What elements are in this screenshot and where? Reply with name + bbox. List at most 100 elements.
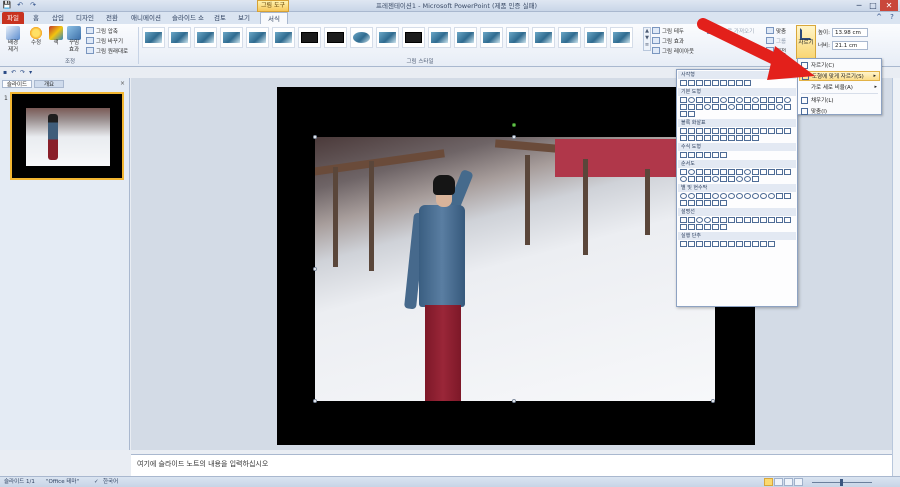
- shape-option[interactable]: [688, 104, 695, 110]
- shape-option[interactable]: [760, 104, 767, 110]
- shape-option[interactable]: [696, 200, 703, 206]
- shape-option[interactable]: [696, 169, 703, 175]
- shape-option[interactable]: [696, 193, 703, 199]
- picture-style-thumb[interactable]: [324, 27, 347, 48]
- shape-option[interactable]: [696, 152, 703, 158]
- artistic-effects-button[interactable]: 꾸밈 효과: [64, 26, 84, 54]
- shape-option[interactable]: [680, 193, 687, 199]
- shape-option[interactable]: [728, 176, 735, 182]
- shape-option[interactable]: [768, 169, 775, 175]
- shape-option[interactable]: [720, 135, 727, 141]
- shape-option[interactable]: [696, 104, 703, 110]
- tab-insert[interactable]: 삽입: [48, 12, 68, 24]
- shape-option[interactable]: [696, 241, 703, 247]
- shape-option[interactable]: [768, 97, 775, 103]
- picture-style-thumb[interactable]: [298, 27, 321, 48]
- shape-option[interactable]: [696, 128, 703, 134]
- shape-option[interactable]: [760, 217, 767, 223]
- redo-icon[interactable]: ↷: [20, 68, 25, 78]
- shape-option[interactable]: [752, 217, 759, 223]
- shape-option[interactable]: [768, 241, 775, 247]
- color-button[interactable]: 색: [46, 26, 66, 47]
- picture-style-thumb[interactable]: [376, 27, 399, 48]
- shape-option[interactable]: [744, 176, 751, 182]
- tab-outline[interactable]: 개요: [34, 80, 64, 88]
- picture-style-thumb[interactable]: [194, 27, 217, 48]
- tab-transitions[interactable]: 전환: [102, 12, 122, 24]
- shape-option[interactable]: [688, 111, 695, 117]
- help-icon[interactable]: ?: [888, 13, 896, 21]
- picture-style-thumb[interactable]: [532, 27, 555, 48]
- picture-border-button[interactable]: 그림 테두: [652, 26, 684, 35]
- shape-option[interactable]: [720, 241, 727, 247]
- picture-style-thumb[interactable]: [168, 27, 191, 48]
- shape-option[interactable]: [696, 224, 703, 230]
- shape-option[interactable]: [688, 176, 695, 182]
- tab-design[interactable]: 디자인: [72, 12, 98, 24]
- shape-option[interactable]: [680, 128, 687, 134]
- save-icon[interactable]: 💾: [2, 1, 12, 10]
- shape-option[interactable]: [688, 169, 695, 175]
- shape-option[interactable]: [712, 97, 719, 103]
- shape-option[interactable]: [744, 135, 751, 141]
- shape-option[interactable]: [704, 217, 711, 223]
- shape-option[interactable]: [784, 217, 791, 223]
- tab-file[interactable]: 파일: [2, 12, 24, 24]
- shape-option[interactable]: [704, 224, 711, 230]
- picture-style-thumb[interactable]: [506, 27, 529, 48]
- tab-review[interactable]: 검토: [210, 12, 230, 24]
- shape-option[interactable]: [704, 193, 711, 199]
- picture-style-thumb[interactable]: [142, 27, 165, 48]
- shape-option[interactable]: [680, 80, 687, 86]
- shape-option[interactable]: [712, 241, 719, 247]
- height-input[interactable]: 13.98 cm: [831, 27, 868, 37]
- shape-option[interactable]: [784, 128, 791, 134]
- reset-picture-button[interactable]: 그림 원래대로: [86, 46, 128, 55]
- shape-option[interactable]: [736, 169, 743, 175]
- shape-option[interactable]: [720, 200, 727, 206]
- shape-option[interactable]: [728, 135, 735, 141]
- shape-option[interactable]: [736, 217, 743, 223]
- undo-icon[interactable]: ↶: [15, 1, 25, 10]
- corrections-button[interactable]: 수정: [26, 26, 46, 47]
- shape-option[interactable]: [760, 241, 767, 247]
- picture-style-thumb[interactable]: [350, 27, 373, 48]
- shape-option[interactable]: [752, 193, 759, 199]
- picture-layout-button[interactable]: 그림 레이아웃: [652, 46, 694, 55]
- shape-option[interactable]: [680, 111, 687, 117]
- zoom-slider-thumb[interactable]: [840, 479, 843, 486]
- shape-option[interactable]: [712, 104, 719, 110]
- shape-option[interactable]: [704, 241, 711, 247]
- shape-option[interactable]: [744, 241, 751, 247]
- shape-option[interactable]: [720, 152, 727, 158]
- shape-option[interactable]: [744, 217, 751, 223]
- shape-option[interactable]: [720, 217, 727, 223]
- shape-option[interactable]: [752, 169, 759, 175]
- save-icon[interactable]: ▪: [3, 68, 7, 78]
- picture-effects-button[interactable]: 그림 효과: [652, 36, 684, 45]
- shape-option[interactable]: [704, 135, 711, 141]
- picture-style-thumb[interactable]: [584, 27, 607, 48]
- shape-option[interactable]: [704, 128, 711, 134]
- shape-option[interactable]: [704, 169, 711, 175]
- shape-option[interactable]: [728, 217, 735, 223]
- compress-pictures-button[interactable]: 그림 압축: [86, 26, 118, 35]
- shape-option[interactable]: [784, 104, 791, 110]
- normal-view-button[interactable]: [764, 478, 773, 486]
- shape-option[interactable]: [688, 128, 695, 134]
- shape-option[interactable]: [776, 193, 783, 199]
- tab-slides[interactable]: 슬라이드: [2, 80, 32, 88]
- shape-option[interactable]: [720, 104, 727, 110]
- shape-option[interactable]: [752, 176, 759, 182]
- shape-option[interactable]: [744, 128, 751, 134]
- customize-icon[interactable]: ▾: [29, 68, 32, 78]
- resize-handle[interactable]: [313, 267, 317, 271]
- shape-option[interactable]: [680, 135, 687, 141]
- picture-style-thumb[interactable]: [428, 27, 451, 48]
- shape-option[interactable]: [760, 193, 767, 199]
- shape-option[interactable]: [776, 104, 783, 110]
- vertical-scrollbar[interactable]: [892, 78, 900, 476]
- shape-option[interactable]: [736, 176, 743, 182]
- shape-option[interactable]: [736, 193, 743, 199]
- language-indicator[interactable]: 한국어: [103, 477, 118, 487]
